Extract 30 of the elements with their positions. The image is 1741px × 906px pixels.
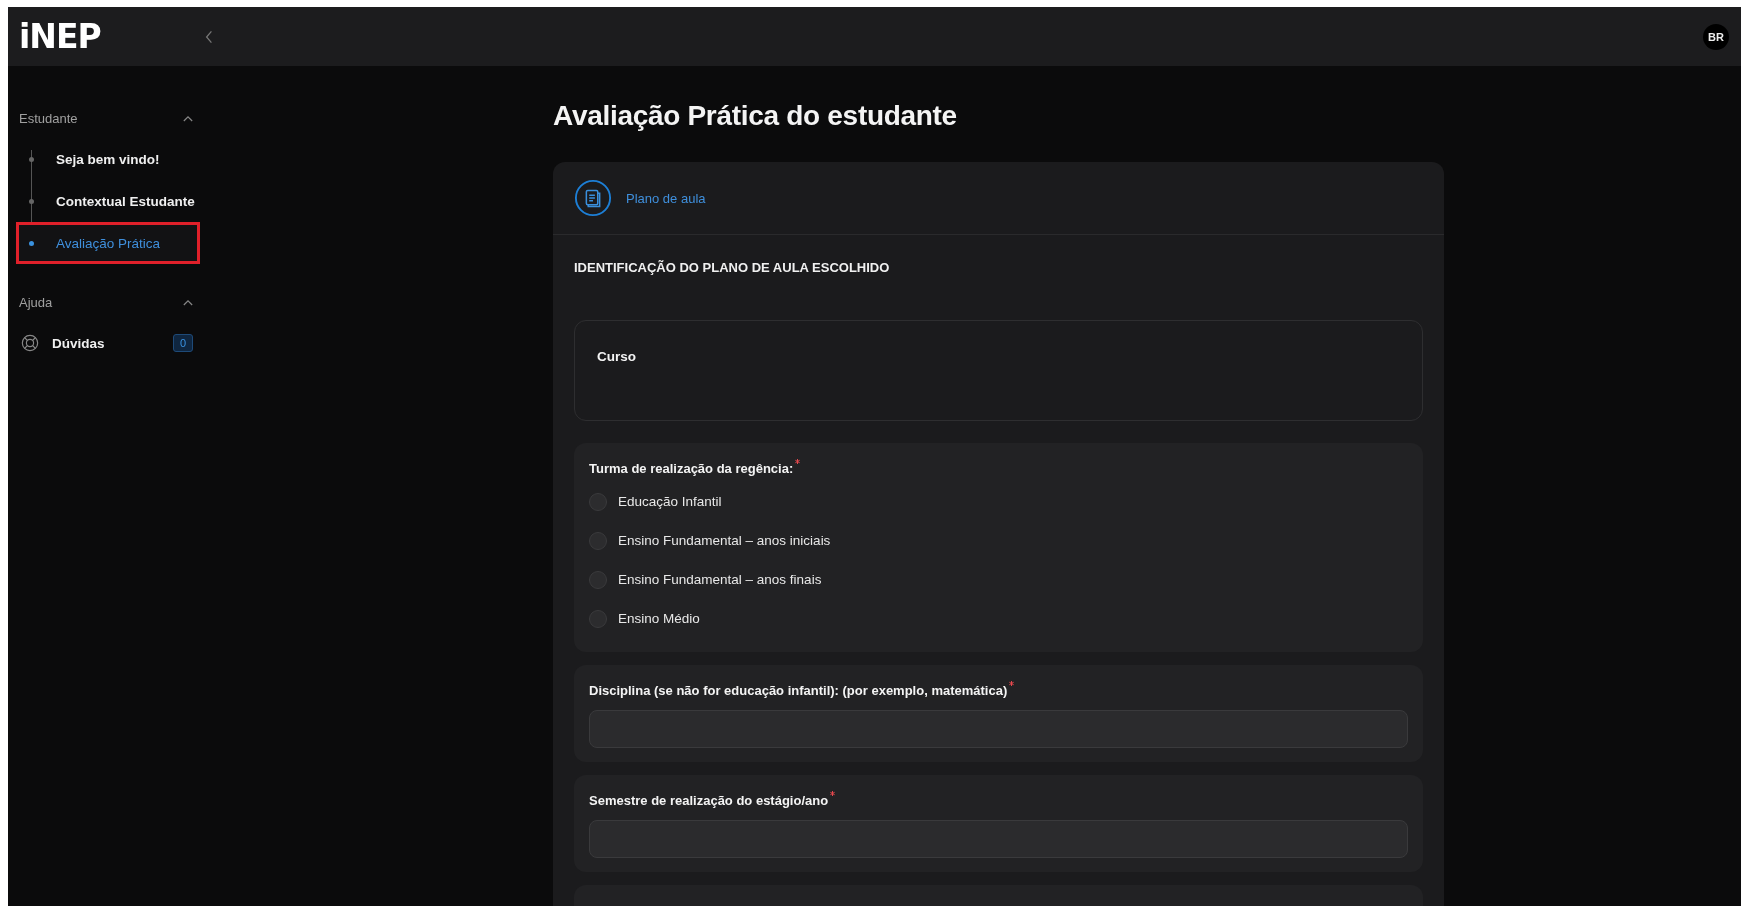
step-tab[interactable]: Plano de aula [626, 190, 706, 206]
nav-link[interactable]: Seja bem vindo! [56, 151, 160, 167]
text-input[interactable] [589, 820, 1408, 858]
avatar[interactable]: BR [1703, 23, 1729, 50]
document-icon [574, 179, 612, 217]
step-dot [29, 156, 34, 162]
logo[interactable]: iNEP [19, 17, 169, 56]
field-label: Disciplina (se não for educação infantil): (por exemplo, matemática) [589, 683, 1008, 698]
page-title: Avaliação Prática do estudante [553, 100, 958, 132]
lifebuoy-icon [21, 334, 39, 352]
count-badge: 0 [172, 334, 193, 352]
nav-link[interactable]: Dúvidas [52, 335, 105, 351]
step-dot [29, 240, 34, 246]
field-label: Curso [597, 349, 636, 364]
option-label: Ensino Médio [618, 611, 700, 626]
option-label: Ensino Fundamental – anos finais [618, 572, 822, 587]
section-heading: IDENTIFICAÇÃO DO PLANO DE AULA ESCOLHIDO [574, 260, 891, 275]
step-dot [29, 198, 34, 204]
chevron-left-icon [205, 29, 213, 44]
text-input[interactable] [589, 710, 1408, 748]
chevron-icon [183, 298, 193, 306]
field-label: Turma de realização da regência: [589, 461, 794, 476]
field-label: Semestre de realização do estágio/ano [589, 793, 829, 808]
option-label: Ensino Fundamental – anos iniciais [618, 533, 831, 548]
nav-link[interactable]: Avaliação Prática [56, 235, 161, 251]
nav-link[interactable]: Contextual Estudante [56, 193, 195, 209]
chevron-icon [183, 114, 193, 122]
section-title: Estudante [19, 110, 78, 126]
option-label: Educação Infantil [618, 494, 722, 509]
section-title: Ajuda [19, 294, 53, 310]
